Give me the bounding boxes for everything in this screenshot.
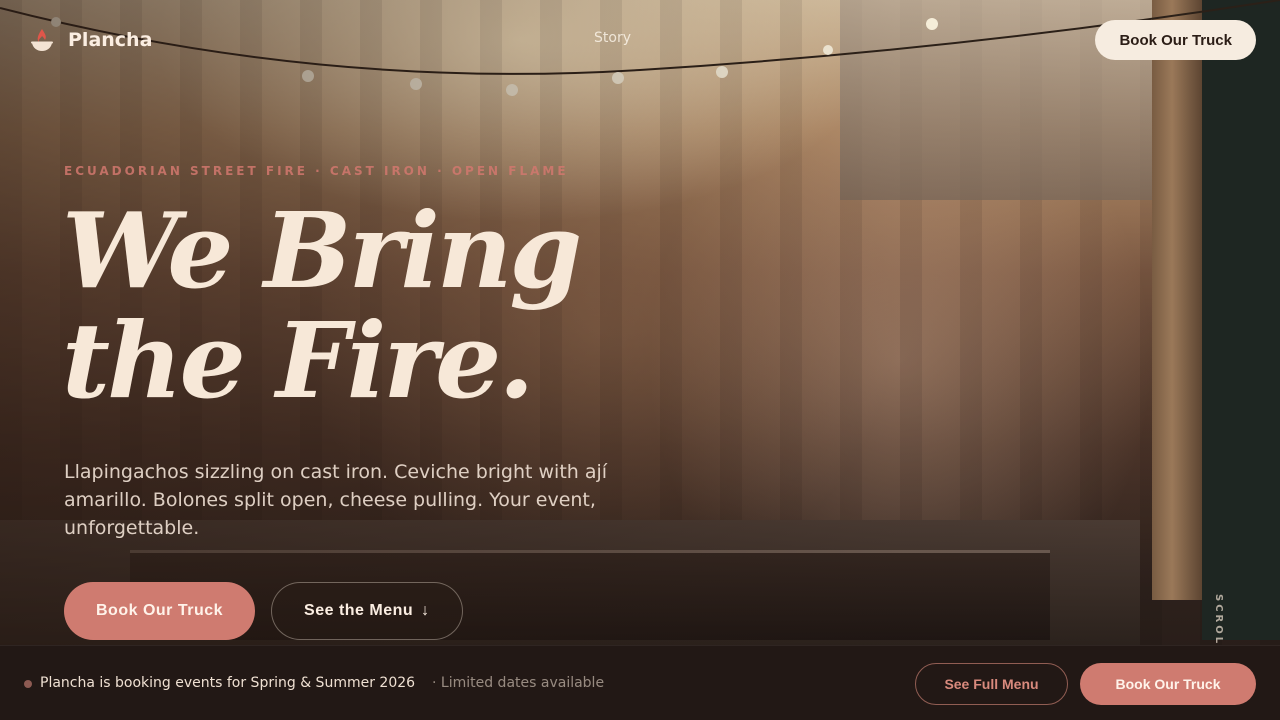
- brand-logo[interactable]: Plancha: [28, 26, 152, 54]
- nav-links: Story: [594, 30, 631, 46]
- headline-line-2: the Fire.: [62, 299, 535, 422]
- hero-eyebrow: ECUADORIAN STREET FIRE · CAST IRON · OPE…: [64, 164, 569, 178]
- hero-headline: We Bring the Fire.: [62, 189, 582, 422]
- bar-book-truck-button[interactable]: Book Our Truck: [1080, 663, 1256, 705]
- flame-grill-icon: [31, 29, 53, 51]
- see-menu-button[interactable]: See the Menu ↓: [271, 582, 463, 640]
- top-nav: Plancha Story Book Our Truck: [0, 0, 1280, 80]
- hero-description: Llapingachos sizzling on cast iron. Cevi…: [64, 461, 608, 539]
- see-menu-label: See the Menu: [304, 602, 414, 619]
- brand-name: Plancha: [68, 29, 153, 51]
- status-dot-icon: [24, 680, 32, 688]
- see-full-menu-button[interactable]: See Full Menu: [915, 663, 1068, 705]
- nav-link-story[interactable]: Story: [594, 30, 631, 46]
- booking-status-text: Plancha is booking events for Spring & S…: [40, 675, 416, 691]
- headline-line-1: We Bring: [62, 189, 582, 312]
- hero-actions: Book Our Truck See the Menu ↓: [64, 582, 463, 640]
- booking-availability-note: · Limited dates available: [432, 675, 605, 691]
- hero-book-truck-button[interactable]: Book Our Truck: [64, 582, 256, 640]
- arrow-down-icon: ↓: [421, 602, 430, 619]
- booking-bar: Plancha is booking events for Spring & S…: [0, 645, 1280, 720]
- nav-book-truck-button[interactable]: Book Our Truck: [1095, 20, 1256, 60]
